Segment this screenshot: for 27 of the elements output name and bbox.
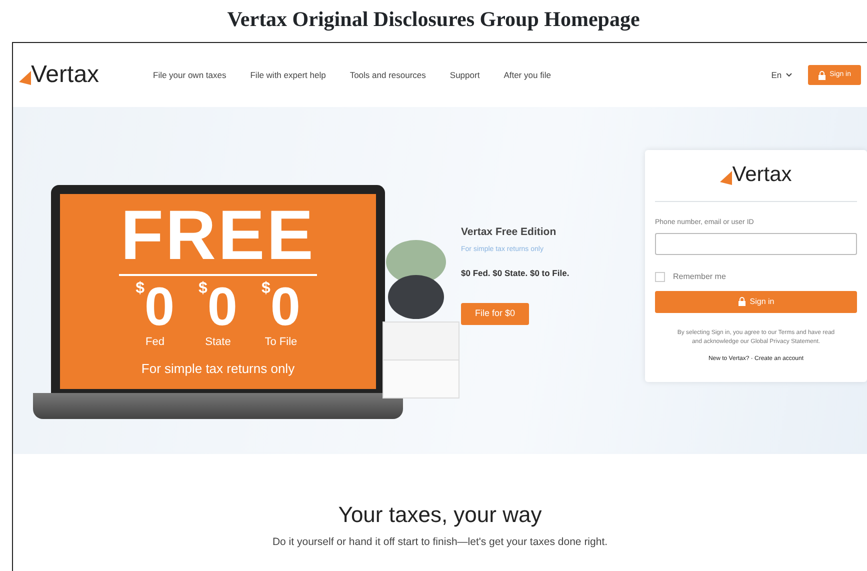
section-heading: Your taxes, your way	[337, 501, 543, 529]
section-subheading: Do it yourself or hand it off start to finish—let's get your taxes done right.	[271, 535, 609, 550]
offer-title: Vertax Free Edition	[461, 225, 558, 240]
remember-label: Remember me	[673, 270, 726, 282]
remember-checkbox[interactable]	[655, 272, 665, 282]
nav-link[interactable]: Tools and resources	[350, 68, 426, 82]
amount: $^{$}$0	[261, 280, 300, 334]
user-id-field[interactable]	[655, 232, 857, 254]
nav-link[interactable]: File your own taxes	[153, 68, 226, 82]
logo: Vertax	[732, 164, 792, 185]
caret-icon	[786, 73, 792, 77]
amount: $^{$}$0	[198, 280, 238, 334]
logo[interactable]: Vertax	[31, 63, 100, 87]
nav-link[interactable]: Support	[450, 68, 480, 82]
headline: FREE	[118, 200, 318, 276]
amount-label: Fed	[146, 335, 165, 350]
screen-note: For simple tax returns only	[141, 360, 295, 378]
nav-link[interactable]: After you file	[504, 68, 551, 82]
amount-label: To File	[264, 335, 298, 350]
amount: $^{$}$0	[136, 280, 175, 334]
language-dropdown[interactable]: En	[771, 68, 782, 82]
amount-label: State	[205, 335, 231, 350]
offer-details: $0 Fed. $0 State. $0 to File.	[461, 267, 570, 280]
figure-title: Vertax Original Disclosures Group Homepage	[226, 6, 641, 33]
lock-icon	[818, 70, 826, 80]
lock-icon	[738, 297, 746, 306]
nav-link[interactable]: File with expert help	[250, 68, 326, 82]
